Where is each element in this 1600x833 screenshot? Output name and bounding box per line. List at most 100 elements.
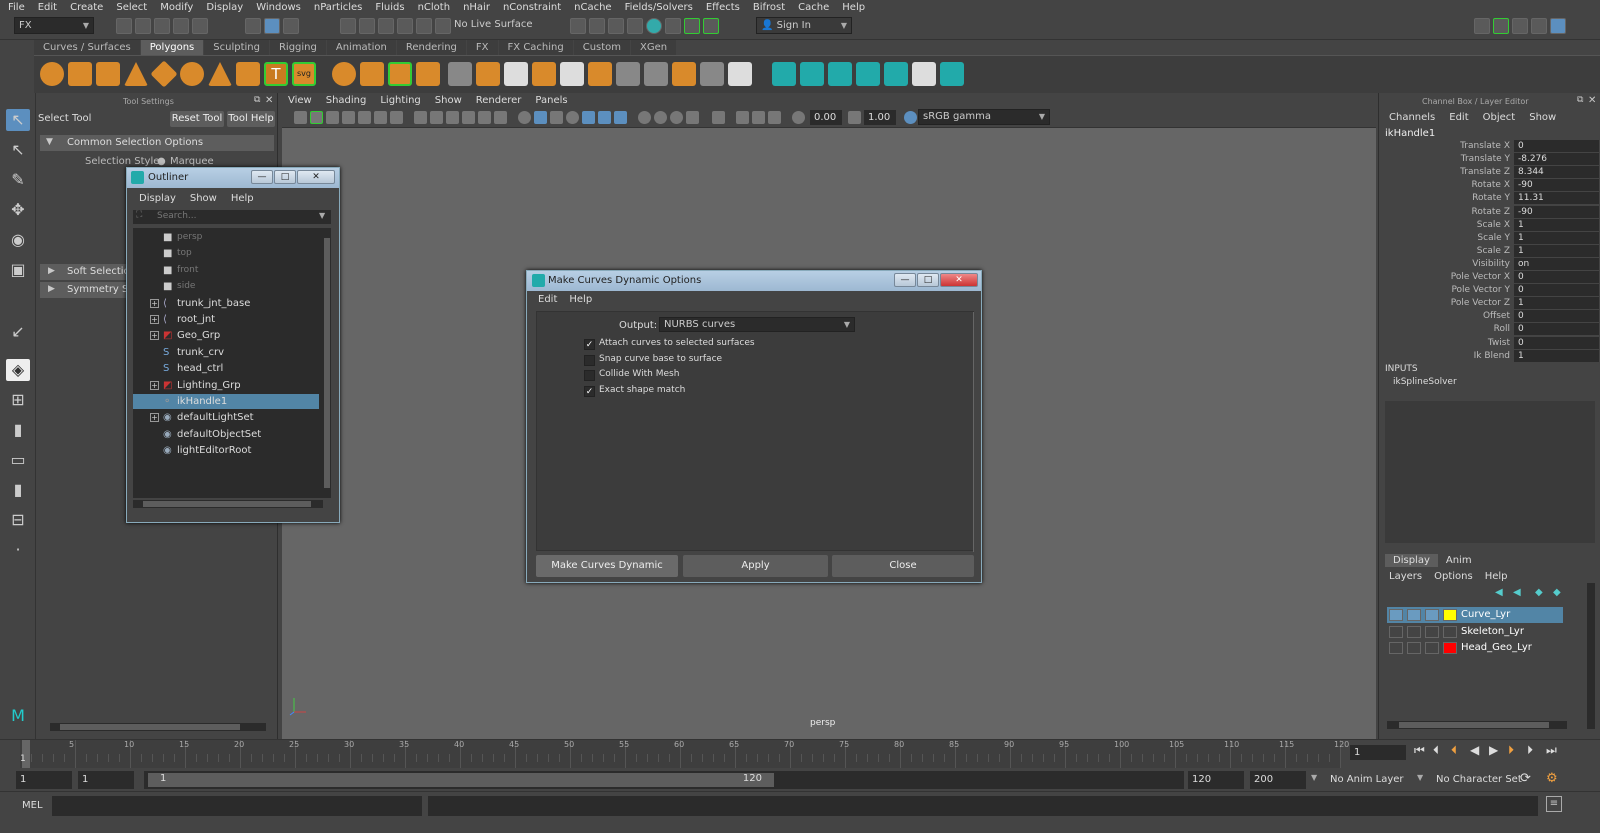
gamma-icon[interactable] bbox=[848, 111, 861, 124]
mirror-icon[interactable] bbox=[388, 62, 412, 86]
snap-curve-icon[interactable] bbox=[359, 18, 375, 34]
viewport-menu-item[interactable]: Lighting bbox=[380, 95, 420, 106]
combine-icon[interactable] bbox=[332, 62, 356, 86]
outliner-item[interactable]: + ◉ defaultLightSet bbox=[133, 410, 319, 425]
shadows-icon[interactable] bbox=[614, 111, 627, 124]
menu-item[interactable]: File bbox=[8, 2, 25, 13]
layer-editor-tab[interactable]: Anim bbox=[1438, 554, 1480, 567]
snap-surface-icon[interactable] bbox=[416, 18, 432, 34]
mode-dropdown[interactable]: FX ▼ bbox=[14, 17, 94, 34]
planar-map-icon[interactable] bbox=[772, 62, 796, 86]
channel-row[interactable]: Pole Vector Z 1 bbox=[1379, 297, 1600, 310]
textured-icon[interactable] bbox=[582, 111, 595, 124]
outliner-vscroll[interactable] bbox=[323, 228, 331, 498]
insert-edge-loop-icon[interactable] bbox=[616, 62, 640, 86]
channel-value[interactable]: 1 bbox=[1514, 244, 1599, 257]
poly-cone-icon[interactable] bbox=[124, 62, 148, 86]
layout-uv-icon[interactable] bbox=[940, 62, 964, 86]
safe-action-icon[interactable] bbox=[478, 111, 491, 124]
channel-value[interactable]: -90 bbox=[1514, 205, 1599, 218]
bridge-icon[interactable] bbox=[532, 62, 556, 86]
close-icon[interactable]: ✕ bbox=[940, 273, 978, 287]
multi-cut-icon[interactable] bbox=[504, 62, 528, 86]
layer-menu-item[interactable]: Options bbox=[1434, 571, 1473, 582]
expand-icon[interactable]: + bbox=[150, 380, 159, 390]
snap-view-icon[interactable] bbox=[397, 18, 413, 34]
end-time-field[interactable]: 200 bbox=[1250, 771, 1306, 789]
visibility-toggle[interactable] bbox=[1389, 642, 1403, 654]
persp-hypershade-layout-icon[interactable]: ▮ bbox=[6, 479, 30, 501]
channel-value[interactable]: 1 bbox=[1514, 349, 1599, 362]
poly-plane-icon[interactable] bbox=[150, 60, 178, 88]
menu-item[interactable]: Effects bbox=[706, 2, 740, 13]
scroll-thumb[interactable] bbox=[324, 238, 330, 488]
chevron-down-icon[interactable]: ▼ bbox=[319, 211, 325, 220]
scroll-thumb[interactable] bbox=[60, 724, 240, 730]
single-perspective-layout-icon[interactable]: ◈ bbox=[6, 359, 30, 381]
menu-item[interactable]: Display bbox=[206, 2, 243, 13]
script-editor-icon[interactable]: ≡ bbox=[1546, 796, 1562, 812]
lasso-tool-icon[interactable]: ↖ bbox=[6, 139, 30, 161]
outliner-item[interactable]: ⚬ ikHandle1 bbox=[133, 394, 319, 409]
new-scene-icon[interactable] bbox=[116, 18, 132, 34]
visibility-toggle[interactable] bbox=[1389, 625, 1403, 638]
channel-row[interactable]: Scale Y 1 bbox=[1379, 231, 1600, 245]
scale-tool-icon[interactable]: ▣ bbox=[6, 259, 30, 281]
fill-hole-icon[interactable] bbox=[588, 62, 612, 86]
dialog-menu-item[interactable]: Edit bbox=[538, 294, 557, 305]
motion-blur-icon[interactable] bbox=[654, 111, 667, 124]
channel-row[interactable]: Roll 0 bbox=[1379, 323, 1600, 336]
chevron-down-icon[interactable]: ▼ bbox=[1311, 773, 1317, 782]
render-view-icon[interactable] bbox=[570, 18, 586, 34]
uv-editor-icon[interactable] bbox=[728, 62, 752, 86]
wireframe-icon[interactable] bbox=[518, 111, 531, 124]
grid-icon[interactable] bbox=[390, 111, 403, 124]
isolate-select-icon[interactable] bbox=[712, 111, 725, 124]
exposure-icon[interactable] bbox=[792, 111, 805, 124]
ipr-render-icon[interactable] bbox=[608, 18, 624, 34]
shelf-tab[interactable]: Curves / Surfaces bbox=[34, 40, 140, 55]
render-icon[interactable] bbox=[665, 18, 681, 34]
target-weld-icon[interactable] bbox=[700, 62, 724, 86]
minimize-icon[interactable]: — bbox=[894, 273, 916, 287]
extrude-icon[interactable] bbox=[448, 62, 472, 86]
outliner-item[interactable]: Shead_ctrl bbox=[133, 361, 319, 376]
four-view-layout-icon[interactable]: ⊞ bbox=[6, 389, 30, 411]
make-curves-dynamic-button[interactable]: Make Curves Dynamic bbox=[536, 555, 678, 577]
layer-row[interactable]: Head_Geo_Lyr bbox=[1387, 640, 1563, 656]
play-forwards-icon[interactable]: ▶ bbox=[1489, 743, 1498, 757]
camera-attributes-icon[interactable] bbox=[310, 111, 323, 124]
channel-value[interactable]: -90 bbox=[1514, 179, 1599, 192]
timeline-ruler[interactable]: 5 10 15 20 25 30 35 40 45 50 55 60 65 70 75 80 85 90 95 100… bbox=[20, 740, 1349, 768]
channel-row[interactable]: Translate Z 8.344 bbox=[1379, 166, 1600, 179]
channel-value[interactable]: 1 bbox=[1514, 218, 1599, 231]
step-forward-key-icon[interactable]: ⏵ bbox=[1508, 743, 1514, 758]
current-frame-field[interactable]: 1 bbox=[1350, 745, 1406, 760]
snap-grid-icon[interactable] bbox=[340, 18, 356, 34]
offset-edge-loop-icon[interactable] bbox=[644, 62, 668, 86]
unchecked-checkbox-icon[interactable] bbox=[584, 370, 595, 381]
menu-item[interactable]: Help bbox=[842, 2, 865, 13]
playback-toggle[interactable] bbox=[1407, 609, 1421, 621]
menu-item[interactable]: nCache bbox=[574, 2, 611, 13]
channel-row[interactable]: Rotate Z -90 bbox=[1379, 205, 1600, 219]
camera-select-icon[interactable] bbox=[294, 111, 307, 124]
outliner-menu-item[interactable]: Show bbox=[190, 193, 217, 204]
bevel-icon[interactable] bbox=[476, 62, 500, 86]
display-type-toggle[interactable] bbox=[1425, 625, 1439, 638]
animation-prefs-icon[interactable]: ⚙ bbox=[1546, 771, 1558, 786]
default-material-icon[interactable] bbox=[566, 111, 579, 124]
viewport-menu-item[interactable]: View bbox=[288, 95, 312, 106]
persp-outliner-layout-icon[interactable]: ▮ bbox=[6, 419, 30, 441]
depth-of-field-icon[interactable] bbox=[686, 111, 699, 124]
layer-editor-tab[interactable]: Display bbox=[1385, 554, 1438, 567]
wireframe-on-shaded-icon[interactable] bbox=[550, 111, 563, 124]
float-panel-icon[interactable]: ⧉ bbox=[254, 95, 260, 105]
workspace-icon[interactable] bbox=[1474, 18, 1490, 34]
option-checkbox-row[interactable]: Collide With Mesh bbox=[584, 369, 884, 383]
outliner-item[interactable]: ◉ lightEditorRoot bbox=[133, 443, 319, 458]
menu-item[interactable]: Select bbox=[116, 2, 147, 13]
channel-row[interactable]: Visibility on bbox=[1379, 257, 1600, 271]
menu-item[interactable]: Windows bbox=[256, 2, 301, 13]
append-poly-icon[interactable] bbox=[560, 62, 584, 86]
